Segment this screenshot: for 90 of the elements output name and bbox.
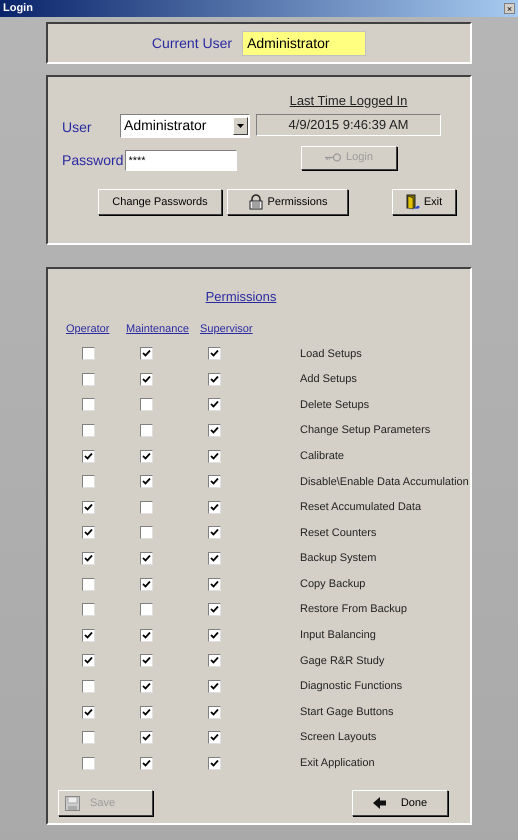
checkbox[interactable] (208, 450, 221, 463)
checkbox[interactable] (140, 450, 153, 463)
checkbox[interactable] (208, 680, 221, 694)
permission-label: Copy Backup (300, 576, 366, 592)
checkbox[interactable] (140, 500, 153, 514)
checkbox[interactable] (208, 552, 221, 566)
checkbox[interactable] (140, 475, 153, 488)
checkbox[interactable] (208, 731, 221, 744)
checkbox[interactable] (208, 500, 221, 514)
column-heading[interactable]: Supervisor (200, 320, 270, 337)
checkbox[interactable] (82, 756, 95, 770)
current-user-label: Current User (152, 34, 232, 52)
checkbox[interactable] (140, 706, 153, 719)
permission-label: Disable\Enable Data Accumulation (300, 474, 469, 490)
password-label: Password (62, 151, 124, 170)
user-dropdown[interactable]: Administrator (120, 114, 250, 138)
permission-label: Add Setups (300, 372, 357, 388)
checkbox[interactable] (208, 628, 221, 642)
permissions-button[interactable]: Permissions (226, 189, 348, 215)
permission-label: Calibrate (300, 448, 344, 464)
permission-label: Restore From Backup (300, 602, 407, 618)
checkbox[interactable] (208, 526, 221, 540)
padlock-icon (248, 194, 264, 210)
door-icon (406, 194, 420, 210)
checkbox[interactable] (140, 603, 153, 616)
left-arrow-icon (372, 797, 387, 810)
checkbox[interactable] (82, 450, 95, 463)
exit-button[interactable]: Exit (392, 189, 456, 215)
checkbox[interactable] (140, 526, 153, 540)
checkbox[interactable] (208, 398, 221, 412)
checkbox[interactable] (82, 347, 95, 360)
permission-label: Diagnostic Functions (300, 679, 402, 694)
checkbox[interactable] (208, 578, 221, 591)
checkbox[interactable] (82, 654, 95, 668)
checkbox[interactable] (140, 347, 153, 360)
permission-label: Reset Accumulated Data (300, 500, 422, 516)
checkbox[interactable] (82, 706, 95, 719)
permission-label: Load Setups (300, 346, 362, 362)
checkbox[interactable] (82, 552, 95, 566)
checkbox[interactable] (208, 654, 221, 668)
checkbox[interactable] (208, 706, 221, 719)
checkbox[interactable] (82, 372, 95, 386)
permissions-heading[interactable]: Permissions (206, 287, 276, 306)
done-button[interactable]: Done (352, 790, 448, 816)
checkbox[interactable] (82, 628, 95, 642)
checkbox[interactable] (140, 731, 153, 744)
column-heading[interactable]: Maintenance (122, 320, 200, 337)
current-user-value: Administrator (242, 30, 366, 56)
checkbox[interactable] (82, 398, 95, 412)
checkbox[interactable] (82, 500, 95, 514)
permission-label: Delete Setups (300, 398, 370, 413)
column-heading[interactable]: Operator (56, 320, 122, 337)
checkbox[interactable] (82, 731, 95, 744)
checkbox[interactable] (140, 372, 153, 386)
checkbox[interactable] (82, 526, 95, 540)
window-title: Login (3, 1, 33, 16)
last-login-value: 4/9/2015 9:46:39 AM (256, 114, 441, 136)
permission-label: Backup System (300, 551, 376, 566)
checkbox[interactable] (208, 756, 221, 770)
checkbox[interactable] (140, 398, 153, 412)
checkbox[interactable] (140, 680, 153, 694)
permission-label: Screen Layouts (300, 730, 376, 746)
last-login-heading: Last Time Logged In (290, 92, 408, 110)
password-field[interactable]: **** (125, 150, 238, 171)
permission-label: Start Gage Buttons (300, 704, 394, 720)
checkbox[interactable] (208, 424, 221, 438)
permission-label: Exit Application (300, 756, 375, 772)
checkbox[interactable] (208, 347, 221, 360)
checkbox[interactable] (140, 578, 153, 591)
change-passwords-button[interactable]: Change Passwords (98, 189, 222, 215)
checkbox[interactable] (140, 424, 153, 438)
user-label: User (62, 118, 93, 137)
checkbox[interactable] (82, 680, 95, 694)
checkbox[interactable] (208, 603, 221, 616)
permission-label: Gage R&R Study (300, 654, 384, 669)
close-button[interactable]: × (504, 3, 515, 14)
checkbox[interactable] (140, 628, 153, 642)
permission-label: Change Setup Parameters (300, 423, 430, 438)
checkbox[interactable] (82, 578, 95, 591)
checkbox[interactable] (82, 475, 95, 488)
permission-label: Input Balancing (300, 628, 376, 644)
key-icon (324, 153, 342, 162)
checkbox[interactable] (208, 372, 221, 386)
checkbox[interactable] (82, 603, 95, 616)
checkbox[interactable] (208, 475, 221, 488)
checkbox[interactable] (140, 654, 153, 668)
checkbox[interactable] (140, 756, 153, 770)
checkbox[interactable] (82, 424, 95, 438)
checkbox[interactable] (140, 552, 153, 566)
permission-label: Reset Counters (300, 526, 376, 541)
